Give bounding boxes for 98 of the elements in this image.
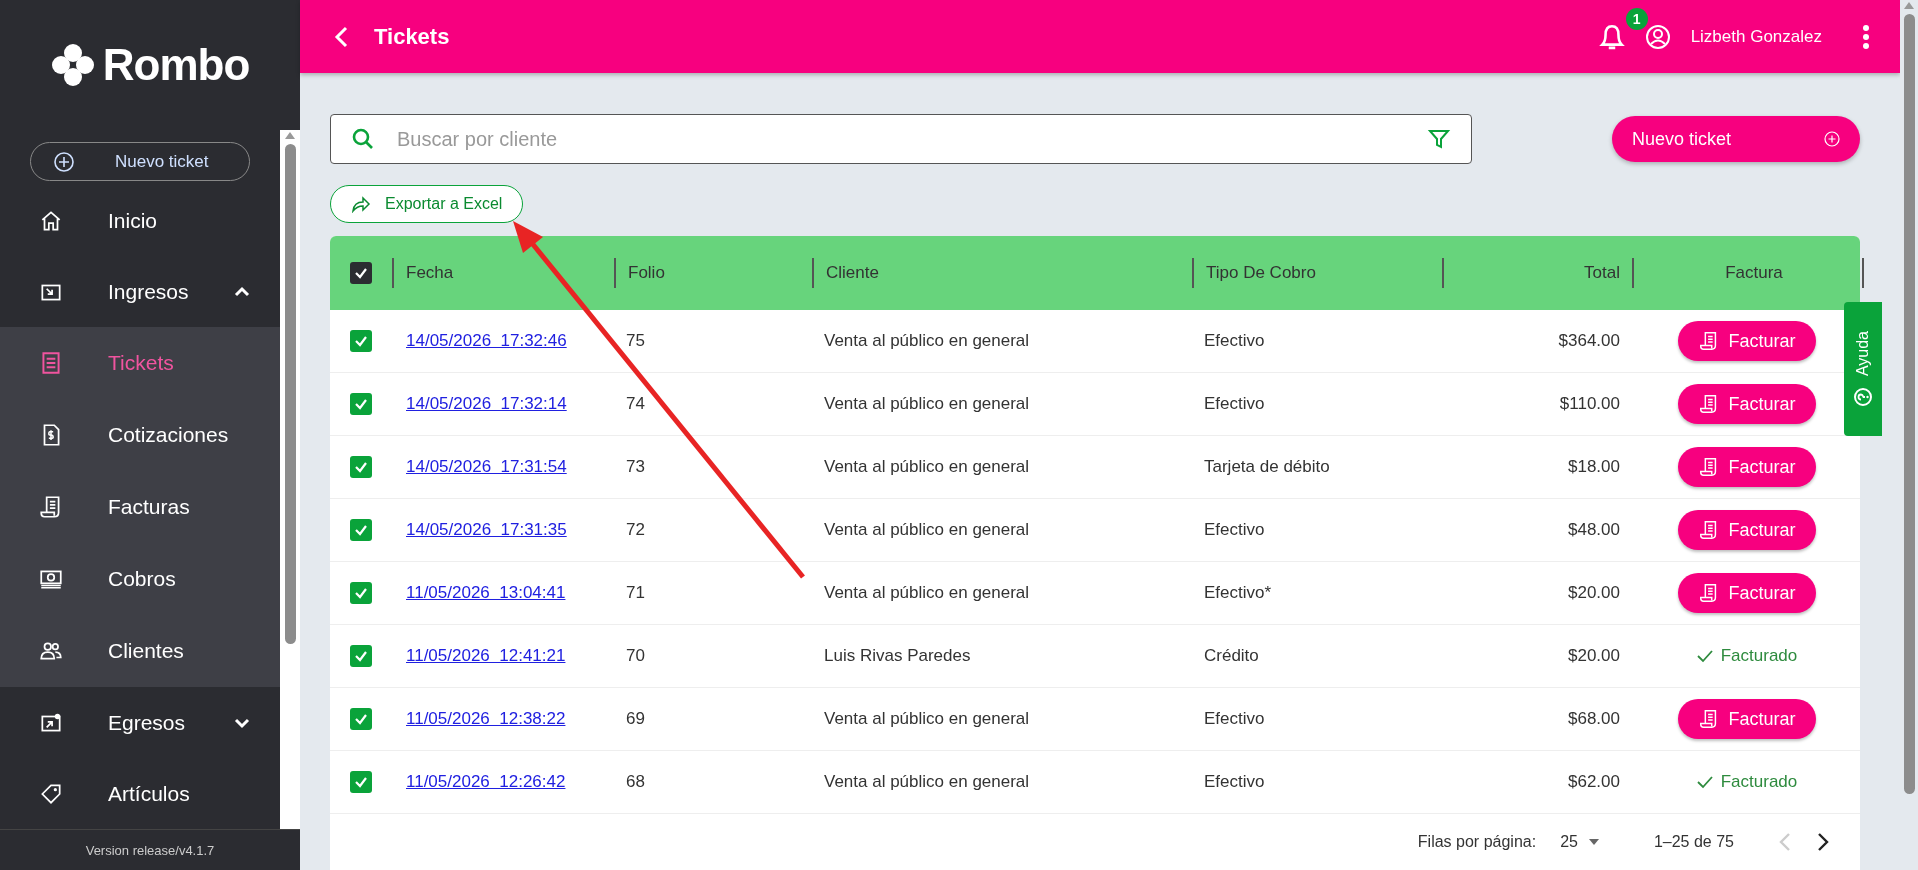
date-link[interactable]: 11/05/2026 12:38:22 xyxy=(392,709,614,729)
checkbox[interactable] xyxy=(350,771,372,793)
brand-name: Rombo xyxy=(102,40,250,90)
table-cell-text: Venta al público en general xyxy=(823,457,1031,477)
invoice-button[interactable]: Facturar xyxy=(1678,321,1816,361)
table-cell-text: 75 xyxy=(625,331,646,351)
search-field[interactable]: Buscar por cliente xyxy=(330,114,1472,164)
share-arrow-icon xyxy=(351,195,371,213)
checkbox[interactable] xyxy=(350,262,372,284)
table-cell-text: Venta al público en general xyxy=(823,583,1031,603)
invoice-button[interactable]: Facturar xyxy=(1678,573,1816,613)
checkbox[interactable] xyxy=(350,456,372,478)
sidebar-item[interactable]: Clientes xyxy=(0,615,280,688)
invoiced-status: Facturado xyxy=(1720,772,1798,792)
check-icon xyxy=(1696,649,1713,663)
table-cell-text: 72 xyxy=(625,520,646,540)
invoice-button[interactable]: Facturar xyxy=(1678,384,1816,424)
checkbox[interactable] xyxy=(350,708,372,730)
table-cell-text: 71 xyxy=(625,583,646,603)
table-cell-text: Venta al público en general xyxy=(823,709,1031,729)
date-link[interactable]: 11/05/2026 12:41:21 xyxy=(392,646,614,666)
date-link[interactable]: 11/05/2026 12:26:42 xyxy=(392,772,614,792)
scroll-up-icon[interactable] xyxy=(1903,0,1915,10)
date-link[interactable]: 14/05/2026 17:32:46 xyxy=(392,331,614,351)
table-cell-text: Efectivo xyxy=(1203,331,1266,351)
filter-icon[interactable] xyxy=(1427,127,1451,151)
column-header[interactable]: Fecha xyxy=(392,258,614,288)
search-icon xyxy=(351,127,375,151)
column-header[interactable]: Tipo De Cobro xyxy=(1192,258,1442,288)
checkbox[interactable] xyxy=(350,645,372,667)
table-cell-text: $20.00 xyxy=(1567,646,1621,666)
table-cell-text: Efectivo* xyxy=(1203,583,1273,603)
table-cell-text: 74 xyxy=(625,394,646,414)
table-cell-text: Venta al público en general xyxy=(823,331,1031,351)
plus-circle-icon xyxy=(53,150,75,173)
checkbox[interactable] xyxy=(350,582,372,604)
checkbox[interactable] xyxy=(350,393,372,415)
table-cell-text: $48.00 xyxy=(1567,520,1621,540)
logo-icon xyxy=(50,43,95,87)
sidebar-item[interactable]: Cotizaciones xyxy=(0,399,280,472)
search-input[interactable]: Buscar por cliente xyxy=(395,126,1407,152)
sidebar-item[interactable]: Facturas xyxy=(0,471,280,544)
table-cell-text: $364.00 xyxy=(1557,331,1621,351)
checkbox[interactable] xyxy=(350,519,372,541)
invoiced-status: Facturado xyxy=(1720,646,1798,666)
sidebar-item[interactable]: Artículos xyxy=(0,758,280,829)
sidebar-item[interactable]: Egresos xyxy=(0,687,280,759)
scroll-up-icon[interactable] xyxy=(284,130,296,140)
invoice-button[interactable]: Facturar xyxy=(1678,510,1816,550)
date-link[interactable]: 14/05/2026 17:31:35 xyxy=(392,520,614,540)
export-button[interactable]: Exportar a Excel xyxy=(330,185,524,223)
table-cell-text: Crédito xyxy=(1203,646,1260,666)
new-ticket-button[interactable]: Nuevo ticket xyxy=(1612,116,1860,162)
table-cell-text: 68 xyxy=(625,772,646,792)
sidebar-item[interactable]: Ingresos xyxy=(0,256,280,328)
dropdown-icon xyxy=(1587,838,1600,846)
table-cell-text: Efectivo xyxy=(1203,394,1266,414)
page-title: Tickets xyxy=(374,23,450,50)
table-cell-text: Venta al público en general xyxy=(823,394,1031,414)
invoice-button[interactable]: Facturar xyxy=(1678,447,1816,487)
next-page-icon[interactable] xyxy=(1816,832,1830,852)
column-header[interactable]: Folio xyxy=(614,258,812,288)
invoice-button[interactable]: Facturar xyxy=(1678,699,1816,739)
help-icon xyxy=(1853,386,1873,407)
rows-per-page-label: Filas por página: xyxy=(1417,833,1537,851)
date-link[interactable]: 14/05/2026 17:32:14 xyxy=(392,394,614,414)
column-header[interactable]: Cliente xyxy=(812,258,1192,288)
checkbox[interactable] xyxy=(350,330,372,352)
column-header[interactable]: Factura xyxy=(1632,258,1862,288)
rows-per-page-select[interactable]: 25 xyxy=(1560,833,1600,851)
page-range: 1–25 de 75 xyxy=(1653,833,1734,851)
table-cell-text: Luis Rivas Paredes xyxy=(823,646,972,666)
table-cell-text: Tarjeta de débito xyxy=(1203,457,1331,477)
more-icon[interactable] xyxy=(1862,23,1870,50)
table-cell-text: Venta al público en general xyxy=(823,772,1031,792)
user-icon[interactable] xyxy=(1644,23,1671,50)
user-name[interactable]: Lizbeth Gonzalez xyxy=(1690,26,1822,47)
table-cell-text: $20.00 xyxy=(1567,583,1621,603)
sidebar-item[interactable]: Cobros xyxy=(0,543,280,616)
table-cell-text: Venta al público en general xyxy=(823,520,1031,540)
column-header[interactable]: Total xyxy=(1442,258,1632,288)
notification-badge: 1 xyxy=(1625,7,1648,30)
table-cell-text: $68.00 xyxy=(1567,709,1621,729)
table-cell-text: 70 xyxy=(625,646,646,666)
table-cell-text: $110.00 xyxy=(1558,394,1621,414)
scrollbar[interactable] xyxy=(280,130,300,829)
table-cell-text: Efectivo xyxy=(1203,772,1266,792)
table-cell-text: Efectivo xyxy=(1203,520,1266,540)
table-cell-text: $62.00 xyxy=(1567,772,1621,792)
date-link[interactable]: 11/05/2026 13:04:41 xyxy=(392,583,614,603)
table-cell-text: 69 xyxy=(625,709,646,729)
table-cell-text: $18.00 xyxy=(1567,457,1621,477)
table-cell-text: Efectivo xyxy=(1203,709,1266,729)
sidebar-item[interactable]: Inicio xyxy=(0,185,280,257)
date-link[interactable]: 14/05/2026 17:31:54 xyxy=(392,457,614,477)
plus-circle-icon xyxy=(1824,131,1840,147)
check-icon xyxy=(1696,775,1713,789)
table-cell-text: 73 xyxy=(625,457,646,477)
